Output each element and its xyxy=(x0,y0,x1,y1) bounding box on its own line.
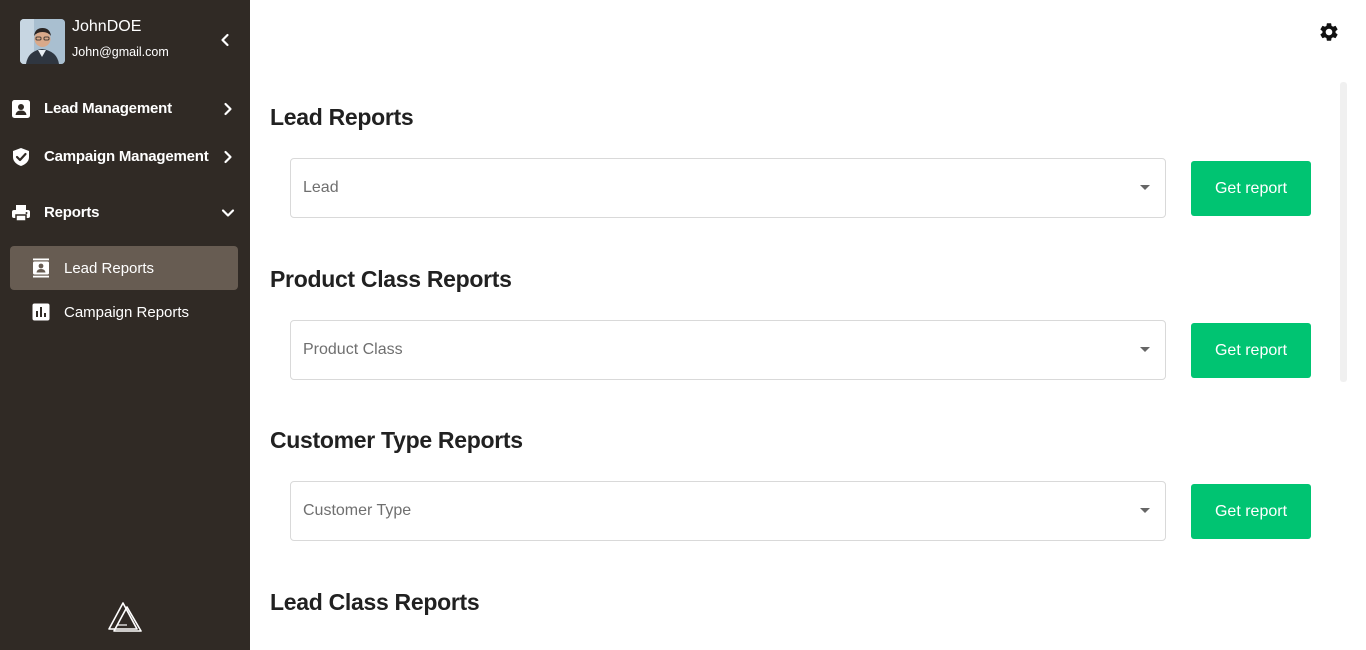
lead-select[interactable]: Lead xyxy=(290,158,1166,218)
user-email: John@gmail.com xyxy=(72,45,169,59)
section-title-customer-type-reports: Customer Type Reports xyxy=(270,427,523,453)
caret-down-icon xyxy=(1140,347,1150,352)
chevron-right-icon xyxy=(224,102,232,116)
caret-down-icon xyxy=(1140,508,1150,513)
caret-down-icon xyxy=(1140,185,1150,190)
get-report-button-product-class[interactable]: Get report xyxy=(1191,323,1311,378)
get-report-button-lead[interactable]: Get report xyxy=(1191,161,1311,216)
chevron-right-icon xyxy=(224,150,232,164)
scrollbar[interactable] xyxy=(1340,82,1347,382)
collapse-sidebar-button[interactable] xyxy=(215,30,235,50)
sidebar-subitem-campaign-reports[interactable]: Campaign Reports xyxy=(10,290,238,334)
settings-button[interactable] xyxy=(1318,21,1340,43)
section-title-lead-reports: Lead Reports xyxy=(270,104,414,130)
sidebar-item-label: Campaign Management xyxy=(44,148,209,165)
bar-chart-icon xyxy=(32,303,50,321)
select-placeholder: Product Class xyxy=(303,341,403,358)
sidebar-subitem-lead-reports[interactable]: Lead Reports xyxy=(10,246,238,290)
section-title-product-class-reports: Product Class Reports xyxy=(270,266,512,292)
chevron-left-icon xyxy=(221,33,229,47)
shield-check-icon xyxy=(13,148,29,166)
brand-logo xyxy=(108,602,142,632)
contact-card-icon xyxy=(12,100,30,118)
contacts-book-icon xyxy=(33,258,49,278)
product-class-select[interactable]: Product Class xyxy=(290,320,1166,380)
select-placeholder: Customer Type xyxy=(303,502,412,519)
sidebar-item-reports[interactable]: Reports xyxy=(0,193,250,233)
get-report-button-customer-type[interactable]: Get report xyxy=(1191,484,1311,539)
chevron-down-icon xyxy=(221,209,235,217)
gear-icon xyxy=(1320,23,1338,41)
sidebar-item-label: Lead Management xyxy=(44,100,172,117)
sidebar-item-campaign-management[interactable]: Campaign Management xyxy=(0,137,250,177)
sidebar-subitem-label: Campaign Reports xyxy=(64,304,190,321)
customer-type-select[interactable]: Customer Type xyxy=(290,481,1166,541)
sidebar: JohnDOE John@gmail.com Lead Management C… xyxy=(0,0,250,650)
printer-icon xyxy=(12,205,30,222)
user-profile: JohnDOE John@gmail.com xyxy=(0,0,250,84)
sidebar-item-lead-management[interactable]: Lead Management xyxy=(0,89,250,129)
avatar[interactable] xyxy=(20,19,65,64)
sidebar-item-label: Reports xyxy=(44,204,100,221)
section-title-lead-class-reports: Lead Class Reports xyxy=(270,589,480,615)
select-placeholder: Lead xyxy=(303,179,339,196)
user-name: JohnDOE xyxy=(72,18,142,35)
sidebar-subitem-label: Lead Reports xyxy=(64,260,155,277)
